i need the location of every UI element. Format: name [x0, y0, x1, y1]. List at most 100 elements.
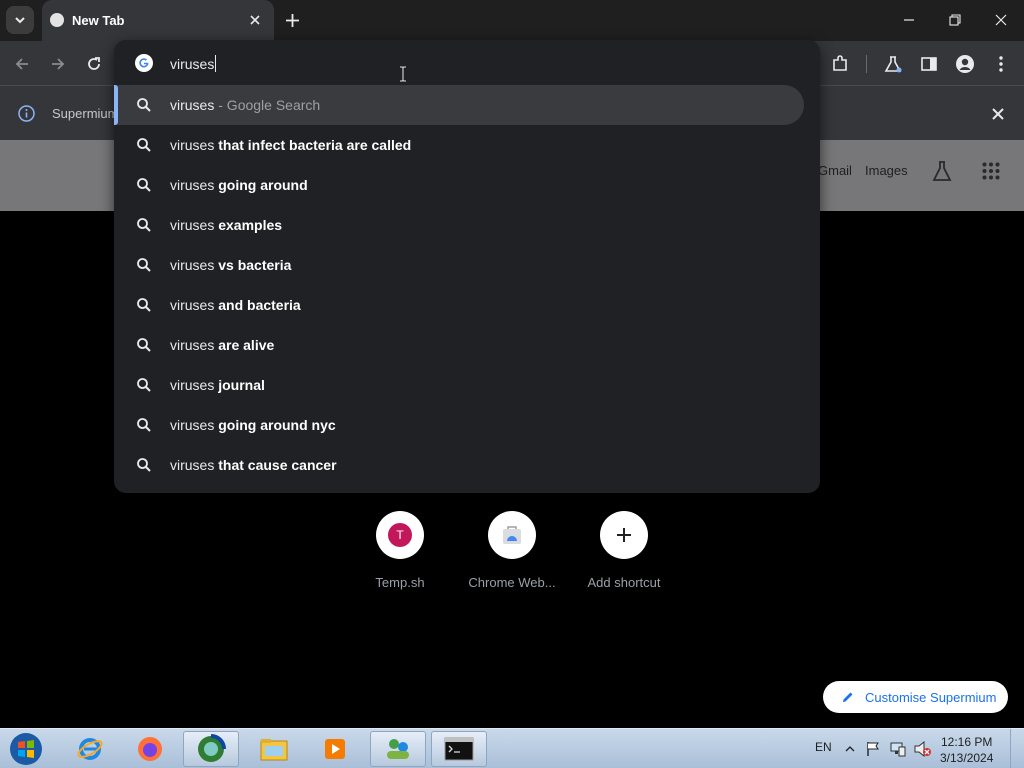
- taskbar-explorer[interactable]: [246, 731, 302, 767]
- taskbar-supermium[interactable]: [183, 731, 239, 767]
- tab-new-tab[interactable]: New Tab: [42, 0, 274, 41]
- labs-icon[interactable]: [932, 160, 952, 182]
- restore-icon: [949, 14, 961, 26]
- omnibox-suggestion[interactable]: viruses that infect bacteria are called: [114, 125, 804, 165]
- web-store-icon: [503, 526, 521, 544]
- taskbar-ie[interactable]: [62, 731, 118, 767]
- shortcut-temp-sh[interactable]: T Temp.sh: [345, 511, 455, 590]
- info-bar-close-button[interactable]: [988, 104, 1008, 124]
- minimize-icon: [904, 19, 914, 21]
- close-icon: [992, 108, 1004, 120]
- extensions-button[interactable]: [827, 51, 853, 77]
- close-window-button[interactable]: [978, 0, 1024, 40]
- restore-button[interactable]: [932, 0, 978, 40]
- pencil-icon: [843, 692, 853, 702]
- gmail-link[interactable]: Gmail: [818, 163, 852, 178]
- shortcut-letter: T: [388, 523, 412, 547]
- shortcut-label: Temp.sh: [375, 575, 425, 590]
- search-icon: [137, 418, 151, 432]
- action-center-flag-icon[interactable]: [866, 741, 880, 757]
- apps-grid-icon[interactable]: [982, 162, 1000, 180]
- shortcut-chrome-web-store[interactable]: Chrome Web...: [457, 511, 567, 590]
- omnibox-suggestion[interactable]: viruses going around: [114, 165, 804, 205]
- omnibox-suggestion[interactable]: viruses vs bacteria: [114, 245, 804, 285]
- toolbar-separator: [866, 55, 867, 73]
- users-icon: [387, 739, 409, 759]
- info-bar-text: Supermium: [52, 106, 119, 121]
- omnibox-suggestion[interactable]: viruses are alive: [114, 325, 804, 365]
- tray-expand-icon[interactable]: [845, 744, 855, 754]
- tab-title: New Tab: [72, 13, 125, 28]
- google-g-icon: [135, 54, 153, 72]
- close-icon: [995, 14, 1007, 26]
- start-button[interactable]: [6, 731, 46, 767]
- info-icon: [18, 105, 35, 122]
- clock-date: 3/13/2024: [940, 751, 994, 765]
- tab-favicon-icon: [50, 13, 64, 27]
- reload-button[interactable]: [81, 51, 107, 77]
- shortcut-icon: [600, 511, 648, 559]
- omnibox-input[interactable]: viruses: [114, 40, 820, 86]
- suggestion-text: viruses examples: [170, 217, 283, 233]
- profile-button[interactable]: [952, 51, 978, 77]
- suggestion-text: viruses that infect bacteria are called: [170, 137, 412, 153]
- system-clock[interactable]: 12:16 PM 3/13/2024: [940, 734, 993, 766]
- omnibox-suggestion[interactable]: viruses journal: [114, 365, 804, 405]
- clock-time: 12:16 PM: [941, 735, 993, 749]
- omnibox-suggestion[interactable]: viruses going around nyc: [114, 405, 804, 445]
- taskbar: EN 12:16 PM 3/13/2024: [0, 728, 1024, 768]
- volume-muted-icon[interactable]: [914, 741, 932, 757]
- customise-button[interactable]: Customise Supermium: [823, 681, 1008, 713]
- command-prompt-icon: [444, 737, 474, 761]
- menu-icon: [999, 56, 1003, 72]
- suggestion-text: viruses going around nyc: [170, 417, 336, 433]
- plus-icon: [285, 13, 299, 27]
- minimize-button[interactable]: [886, 0, 932, 40]
- suggestion-text: viruses journal: [170, 377, 265, 393]
- chevron-down-icon: [15, 17, 25, 24]
- search-icon: [137, 178, 151, 192]
- omnibox-suggestion[interactable]: viruses that cause cancer: [114, 445, 804, 485]
- new-tab-button[interactable]: [280, 8, 304, 32]
- tab-strip: New Tab: [0, 0, 1024, 41]
- suggestion-text: viruses going around: [170, 177, 308, 193]
- labs-button[interactable]: [880, 51, 906, 77]
- supermium-icon: [198, 734, 226, 762]
- reload-icon: [88, 57, 100, 70]
- omnibox-suggestion[interactable]: viruses and bacteria: [114, 285, 804, 325]
- shortcut-label: Add shortcut: [587, 575, 661, 590]
- menu-button[interactable]: [988, 51, 1014, 77]
- taskbar-cmd[interactable]: [431, 731, 487, 767]
- side-panel-button[interactable]: [916, 51, 942, 77]
- omnibox-suggestion[interactable]: viruses examples: [114, 205, 804, 245]
- search-icon: [137, 218, 151, 232]
- omnibox-dropdown: viruses viruses - Google Search viruses t…: [114, 40, 820, 493]
- customise-label: Customise Supermium: [865, 689, 997, 705]
- folder-icon: [260, 739, 288, 761]
- network-icon[interactable]: [890, 741, 906, 757]
- shortcut-label: Chrome Web...: [468, 575, 556, 590]
- tab-search-button[interactable]: [6, 6, 34, 34]
- images-link[interactable]: Images: [865, 163, 908, 178]
- firefox-icon: [138, 737, 162, 761]
- search-icon: [137, 98, 151, 112]
- show-desktop-button[interactable]: [1010, 729, 1024, 768]
- taskbar-users[interactable]: [370, 731, 426, 767]
- side-panel-icon: [921, 57, 937, 71]
- add-shortcut-button[interactable]: Add shortcut: [569, 511, 679, 590]
- labs-icon: [884, 56, 902, 73]
- back-button[interactable]: [9, 51, 35, 77]
- taskbar-media-player[interactable]: [307, 731, 363, 767]
- suggestion-text: viruses and bacteria: [170, 297, 301, 313]
- plus-icon: [617, 528, 631, 542]
- back-icon: [15, 58, 28, 70]
- suggestion-text: viruses are alive: [170, 337, 275, 353]
- search-icon: [137, 258, 151, 272]
- language-indicator[interactable]: EN: [815, 740, 832, 754]
- forward-button[interactable]: [45, 51, 71, 77]
- suggestion-text: viruses - Google Search: [170, 97, 321, 113]
- taskbar-firefox[interactable]: [122, 731, 178, 767]
- extensions-icon: [833, 55, 847, 71]
- omnibox-suggestion[interactable]: viruses - Google Search: [114, 85, 804, 125]
- tab-close-button[interactable]: [246, 11, 264, 29]
